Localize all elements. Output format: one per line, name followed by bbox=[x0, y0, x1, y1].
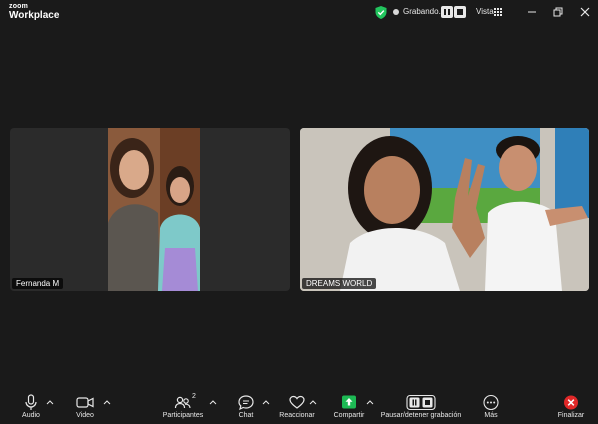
participants-options-chevron-icon[interactable] bbox=[209, 399, 217, 405]
react-label: Reaccionar bbox=[279, 412, 315, 419]
video-options-chevron-icon[interactable] bbox=[103, 399, 111, 405]
participants-count-badge: 2 bbox=[192, 393, 196, 400]
end-meeting-label: Finalizar bbox=[557, 412, 585, 419]
zoom-logo: zoom Workplace bbox=[9, 3, 59, 21]
participants-label: Participantes bbox=[162, 412, 204, 419]
grid-view-icon[interactable] bbox=[494, 8, 502, 16]
video-feed-image bbox=[300, 128, 589, 291]
share-label: Compartir bbox=[333, 412, 365, 419]
microphone-icon bbox=[25, 394, 37, 410]
video-tile-fernanda[interactable]: Fernanda M bbox=[10, 128, 290, 291]
view-button[interactable]: Vista bbox=[476, 7, 494, 16]
title-bar: zoom Workplace Grabando... Vista bbox=[0, 0, 598, 26]
video-feed-image bbox=[108, 128, 200, 291]
end-meeting-icon bbox=[564, 395, 578, 410]
restore-window-icon[interactable] bbox=[551, 5, 565, 19]
more-label: Más bbox=[484, 412, 498, 419]
share-options-chevron-icon[interactable] bbox=[366, 399, 374, 405]
participants-button[interactable]: Participantes bbox=[162, 394, 204, 422]
stop-recording-button[interactable] bbox=[454, 6, 466, 18]
end-meeting-button[interactable]: Finalizar bbox=[556, 394, 586, 422]
audio-label: Audio bbox=[22, 412, 40, 419]
video-label: Video bbox=[76, 412, 94, 419]
recording-indicator-icon bbox=[393, 9, 399, 15]
participants-icon bbox=[174, 396, 191, 409]
video-tile-dreams-world[interactable]: DREAMS WORLD bbox=[300, 128, 589, 291]
camera-icon bbox=[76, 397, 94, 408]
pause-recording-button[interactable] bbox=[441, 6, 453, 18]
share-screen-button[interactable]: Compartir bbox=[330, 394, 368, 422]
share-screen-icon bbox=[342, 395, 356, 409]
participant-name-tag: Fernanda M bbox=[12, 278, 64, 289]
audio-options-chevron-icon[interactable] bbox=[46, 399, 54, 405]
participant-name-tag: DREAMS WORLD bbox=[302, 278, 377, 289]
logo-brand: zoom bbox=[9, 3, 29, 10]
pause-stop-recording-icon bbox=[406, 394, 436, 411]
more-ellipsis-icon bbox=[483, 394, 499, 411]
minimize-icon[interactable] bbox=[525, 5, 539, 19]
close-icon[interactable] bbox=[578, 5, 592, 19]
heart-reaction-icon bbox=[289, 395, 305, 409]
chat-bubble-icon bbox=[238, 395, 254, 411]
shield-icon[interactable] bbox=[375, 6, 387, 19]
meeting-toolbar: Audio Video Participantes 2 Chat Reaccio… bbox=[0, 391, 598, 424]
pause-stop-recording-button[interactable]: Pausar/detener grabación bbox=[380, 394, 462, 422]
chat-button[interactable]: Chat bbox=[233, 394, 259, 422]
pause-stop-recording-label: Pausar/detener grabación bbox=[380, 412, 462, 419]
chat-options-chevron-icon[interactable] bbox=[262, 399, 270, 405]
chat-label: Chat bbox=[238, 412, 254, 419]
logo-product: Workplace bbox=[9, 10, 60, 21]
recording-label: Grabando... bbox=[403, 7, 446, 16]
video-button[interactable]: Video bbox=[70, 394, 100, 422]
react-options-chevron-icon[interactable] bbox=[309, 399, 317, 405]
more-button[interactable]: Más bbox=[480, 394, 502, 422]
audio-button[interactable]: Audio bbox=[16, 394, 46, 422]
